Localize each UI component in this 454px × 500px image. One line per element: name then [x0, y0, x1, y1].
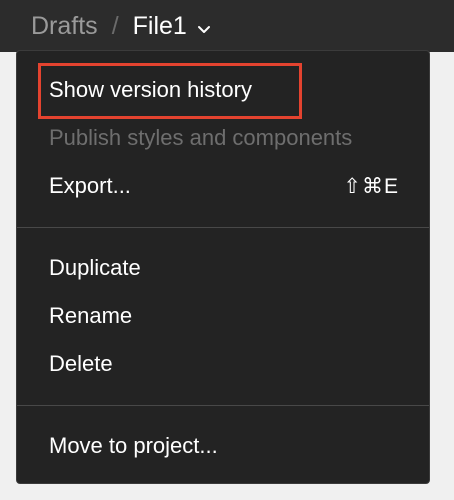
- breadcrumb-drafts-link[interactable]: Drafts: [31, 12, 98, 41]
- breadcrumb: Drafts / File1: [31, 10, 211, 42]
- export-shortcut: ⇧⌘E: [343, 174, 399, 198]
- file-menu-dropdown: Show version history Publish styles and …: [16, 50, 430, 484]
- menu-item-label: Show version history: [49, 77, 252, 102]
- menu-item-publish-styles: Publish styles and components: [17, 118, 429, 158]
- menu-item-label: Duplicate: [49, 255, 141, 280]
- menu-item-label: Move to project...: [49, 433, 218, 458]
- menu-item-label: Export...: [49, 173, 131, 198]
- menu-divider: [17, 405, 429, 406]
- chevron-down-icon[interactable]: [197, 25, 211, 35]
- menu-item-duplicate[interactable]: Duplicate: [17, 248, 429, 288]
- menu-item-delete[interactable]: Delete: [17, 344, 429, 384]
- menu-divider: [17, 227, 429, 228]
- menu-item-label: Delete: [49, 351, 113, 376]
- menu-item-export[interactable]: Export... ⇧⌘E: [17, 166, 429, 206]
- menu-item-show-version-history[interactable]: Show version history: [17, 70, 429, 110]
- file-name-title[interactable]: File1: [133, 12, 187, 41]
- menu-item-label: Publish styles and components: [49, 125, 353, 150]
- breadcrumb-separator: /: [111, 11, 119, 40]
- menu-item-move-to-project[interactable]: Move to project...: [17, 426, 429, 466]
- menu-item-label: Rename: [49, 303, 133, 328]
- title-bar: Drafts / File1: [0, 0, 454, 52]
- menu-item-rename[interactable]: Rename: [17, 296, 429, 336]
